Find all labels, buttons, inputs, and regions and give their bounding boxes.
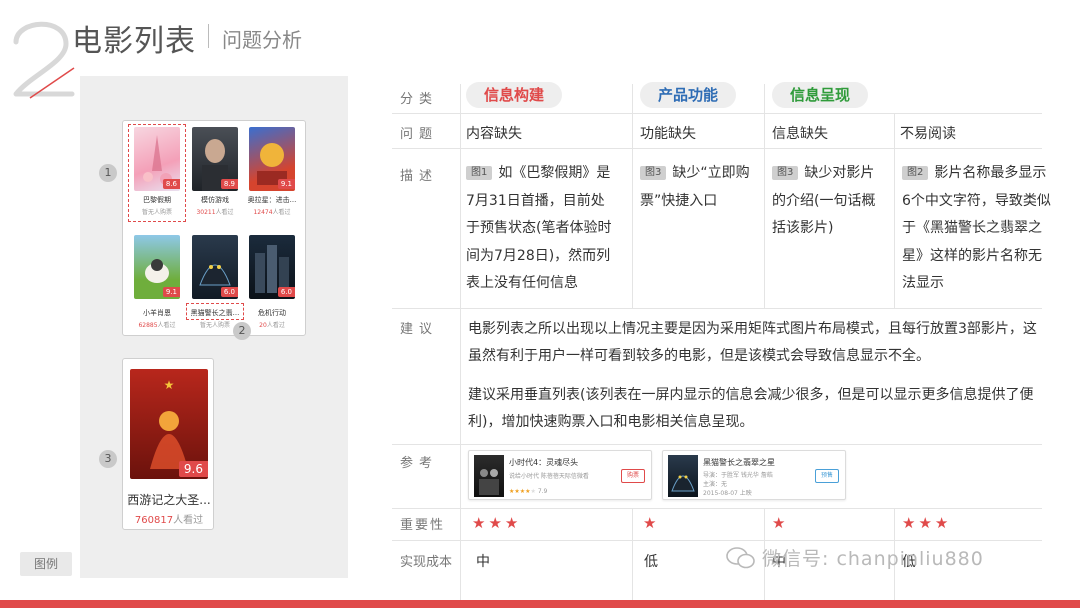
figure-tag: 图3 — [640, 166, 667, 180]
importance-stars: ★ — [643, 514, 660, 532]
table-divider — [392, 113, 1042, 114]
page-subtitle: 问题分析 — [222, 28, 302, 52]
movie-score: 8.9 — [220, 179, 238, 189]
marker-3: 3 — [99, 450, 117, 468]
table-divider — [632, 508, 633, 604]
movie-views: 20人看过 — [259, 322, 285, 329]
reference-poster — [474, 455, 504, 497]
reference-poster — [668, 455, 698, 497]
reference-info: 主演：无 — [703, 481, 728, 488]
movie-score: 6.0 — [277, 287, 295, 297]
movie-score: 9.6 — [178, 461, 208, 477]
movie-poster: 8.9 — [192, 127, 238, 191]
highlight-box-1 — [128, 124, 186, 222]
legend-label: 图例 — [20, 552, 72, 576]
table-divider — [894, 113, 895, 308]
table-divider — [460, 84, 461, 604]
problem-info-missing: 信息缺失 — [772, 126, 828, 142]
table-divider — [632, 84, 633, 308]
importance-stars: ★★★ — [472, 514, 522, 532]
movie-name: 奥拉星：进击... — [247, 196, 297, 204]
section-number-graphic — [13, 21, 75, 99]
row-label-importance: 重要性 — [400, 518, 446, 533]
movie-views: 62885人看过 — [138, 322, 176, 329]
movie-score: 9.1 — [162, 287, 180, 297]
highlight-box-2 — [186, 303, 244, 320]
table-divider — [392, 540, 1042, 541]
description-cell: 图1 如《巴黎假期》是7月31日首播，目前处于预售状态(笔者体验时间为7月28日)… — [466, 165, 612, 291]
movie-score: 9.1 — [277, 179, 295, 189]
problem-content-missing: 内容缺失 — [466, 126, 522, 142]
reference-info: 说给小时代 陈蓓蓓天际信微看 — [509, 473, 589, 480]
movie-name: 模仿游戏 — [201, 196, 229, 204]
description-cell: 图3 缺少对影片的介绍(一句话概括该影片) — [772, 165, 876, 236]
reference-title: 黑猫警长之翡翠之星 — [703, 458, 775, 467]
importance-stars: ★★★ — [902, 514, 952, 532]
row-label-suggest: 建议 — [400, 322, 439, 337]
movie-poster: 9.1 — [134, 235, 180, 299]
reference-info: 2015-08-07 上映 — [703, 490, 752, 497]
suggestion-paragraph: 建议采用垂直列表(该列表在一屏内显示的信息会减少很多，但是可以显示更多信息提供了… — [468, 387, 1034, 430]
movie-views: 760817人看过 — [134, 515, 204, 526]
row-label-reference: 参考 — [400, 456, 439, 471]
presale-button[interactable]: 预售 — [815, 469, 839, 483]
movie-poster: ★ 9.6 — [130, 369, 208, 479]
movie-poster: 6.0 — [249, 235, 295, 299]
category-info-present: 信息呈现 — [772, 82, 868, 108]
movie-views: 12474人看过 — [253, 209, 291, 216]
figure-tag: 图1 — [466, 166, 493, 180]
movie-name: 西游记之大圣... — [127, 493, 211, 507]
row-label-category: 分类 — [400, 92, 439, 107]
svg-text:★: ★ — [164, 378, 175, 392]
cost-value: 低 — [644, 554, 658, 570]
wechat-icon — [726, 547, 755, 569]
problem-hard-to-read: 不易阅读 — [900, 126, 956, 142]
movie-name: 危机行动 — [258, 309, 286, 317]
cost-value: 中 — [476, 554, 490, 570]
category-info-build: 信息构建 — [466, 82, 562, 108]
movie-name: 小羊肖恩 — [143, 309, 171, 317]
table-divider — [392, 308, 1042, 309]
row-label-desc: 描述 — [400, 169, 439, 184]
movie-poster: 6.0 — [192, 235, 238, 299]
marker-2: 2 — [233, 322, 251, 340]
reference-card: 黑猫警长之翡翠之星 导演：于胜军 钱光华 詹皓 主演：无 2015-08-07 … — [662, 450, 846, 500]
importance-stars: ★ — [772, 514, 789, 532]
title-divider — [208, 24, 209, 48]
marker-1: 1 — [99, 164, 117, 182]
movie-score: 6.0 — [220, 287, 238, 297]
movie-views: 30211人看过 — [196, 209, 234, 216]
watermark: 微信号: chanpinliu880 — [726, 544, 984, 571]
suggestion-paragraph: 电影列表之所以出现以上情况主要是因为采用矩阵式图片布局模式，且每行放置3部影片，… — [468, 321, 1037, 364]
reference-rating: ★★★★★ 7.9 — [509, 488, 548, 495]
table-divider — [392, 444, 1042, 445]
single-movie-screenshot: ★ 9.6 西游记之大圣... 760817人看过 — [122, 358, 214, 530]
row-label-cost: 实现成本 — [400, 555, 453, 570]
reference-title: 小时代4：灵魂尽头 — [509, 458, 579, 467]
problem-feature-missing: 功能缺失 — [640, 126, 696, 142]
table-divider — [392, 148, 1042, 149]
page-title: 电影列表 — [72, 24, 196, 59]
row-label-problem: 问题 — [400, 127, 439, 142]
reference-card: 小时代4：灵魂尽头 说给小时代 陈蓓蓓天际信微看 ★★★★★ 7.9 购票 — [468, 450, 652, 500]
category-product-feature: 产品功能 — [640, 82, 736, 108]
description-cell: 图2 影片名称最多显示6个中文字符，导致类似于《黑猫警长之翡翠之星》这样的影片名称… — [902, 165, 1051, 291]
movie-poster: 9.1 — [249, 127, 295, 191]
table-divider — [764, 84, 765, 308]
table-divider — [392, 508, 1042, 509]
description-cell: 图3 缺少“立即购票”快捷入口 — [640, 165, 750, 209]
figure-tag: 图3 — [772, 166, 799, 180]
reference-info: 导演：于胜军 钱光华 詹皓 — [703, 472, 773, 479]
buy-ticket-button[interactable]: 购票 — [621, 469, 645, 483]
figure-tag: 图2 — [902, 166, 929, 180]
bottom-accent-bar — [0, 600, 1080, 608]
